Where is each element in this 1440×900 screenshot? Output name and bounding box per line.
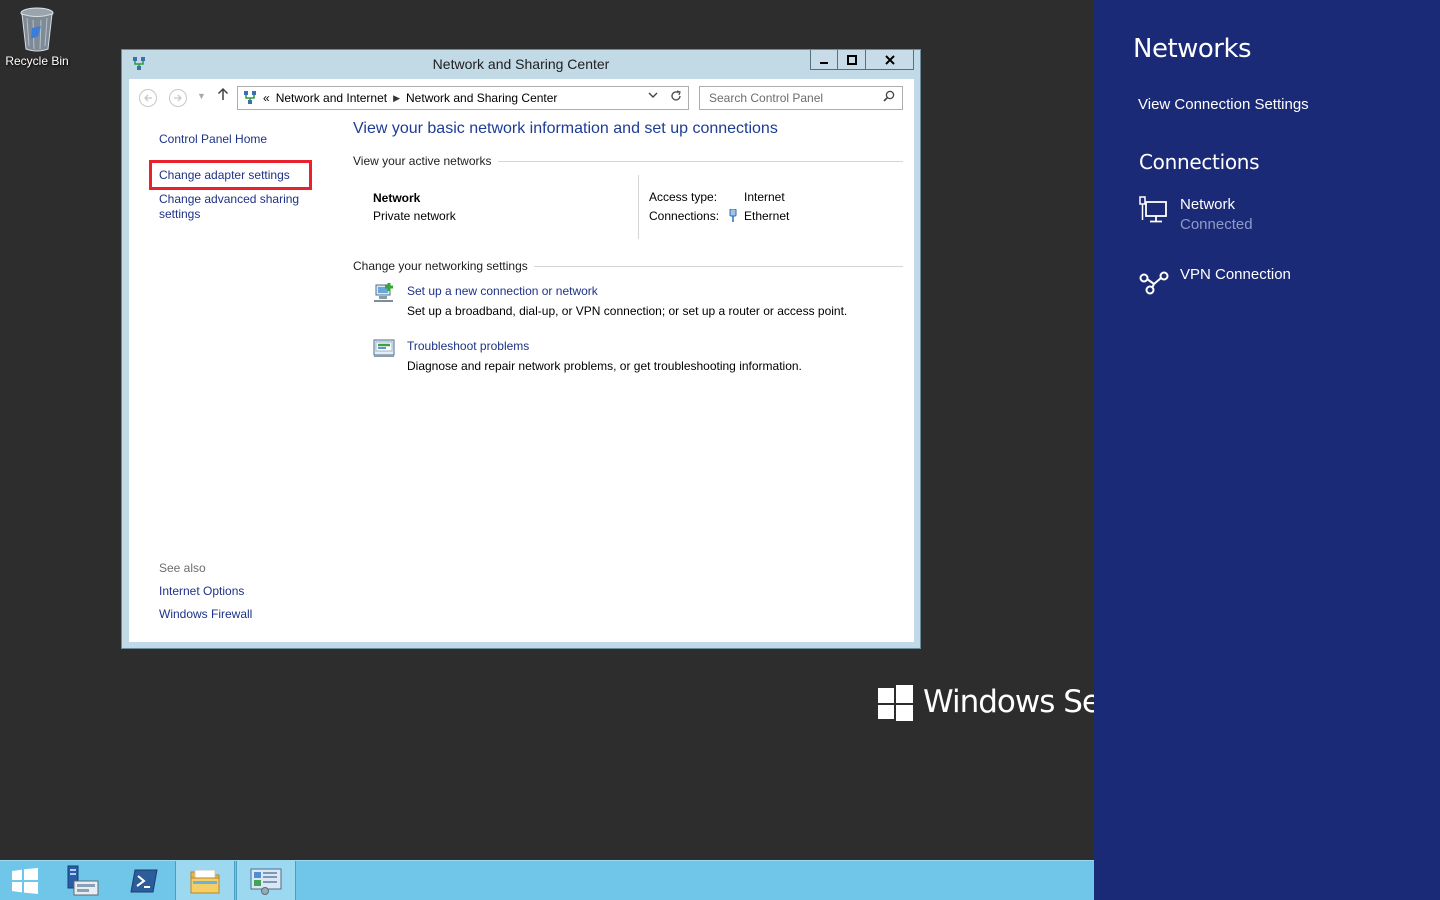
divider	[533, 265, 903, 267]
troubleshoot-icon	[373, 337, 395, 359]
close-button[interactable]	[866, 50, 914, 70]
change-adapter-settings-highlight: Change adapter settings	[149, 160, 312, 190]
network-connection-item[interactable]: Network Connected	[1138, 196, 1418, 240]
breadcrumb-overflow[interactable]: «	[263, 91, 270, 105]
address-dropdown-button[interactable]	[648, 91, 658, 102]
control-panel-icon	[250, 868, 282, 895]
network-sharing-center-window: Network and Sharing Center ▼ « Network a…	[121, 49, 921, 649]
page-title: View your basic network information and …	[353, 120, 778, 137]
up-button[interactable]	[217, 87, 229, 105]
chevron-down-icon	[648, 92, 658, 98]
folder-icon	[190, 869, 220, 894]
refresh-icon	[671, 90, 681, 101]
internet-options-link[interactable]: Internet Options	[159, 584, 244, 598]
control-panel-home-link[interactable]: Control Panel Home	[159, 132, 267, 146]
troubleshoot-problems-description: Diagnose and repair network problems, or…	[407, 359, 802, 373]
start-button[interactable]	[0, 861, 50, 900]
change-adapter-settings-link[interactable]: Change adapter settings	[159, 168, 290, 182]
active-networks-group-heading: View your active networks	[353, 154, 903, 168]
powershell-button[interactable]	[114, 861, 174, 900]
window-content: ▼ « Network and Internet ▶ Network and S…	[129, 79, 914, 642]
ethernet-icon	[729, 208, 737, 222]
vpn-icon	[1138, 266, 1170, 298]
taskbar	[0, 860, 1094, 900]
title-bar[interactable]: Network and Sharing Center	[122, 50, 920, 79]
ethernet-connection-link[interactable]: Ethernet	[744, 209, 789, 223]
search-box[interactable]	[699, 86, 903, 110]
control-panel-button[interactable]	[236, 861, 296, 900]
close-icon	[884, 54, 895, 65]
recycle-bin-icon	[19, 6, 55, 52]
minimize-icon	[820, 61, 828, 64]
window-title: Network and Sharing Center	[432, 56, 610, 72]
refresh-button[interactable]	[670, 90, 682, 105]
maximize-icon	[846, 54, 857, 65]
access-type-label: Access type:	[649, 190, 718, 204]
vpn-connection-item[interactable]: VPN Connection	[1138, 266, 1418, 310]
wired-network-icon	[1138, 196, 1170, 228]
divider	[497, 160, 903, 162]
breadcrumb-network-sharing-center[interactable]: Network and Sharing Center	[406, 91, 557, 105]
new-connection-icon	[373, 282, 395, 304]
maximize-button[interactable]	[838, 50, 866, 70]
network-connection-status: Connected	[1180, 216, 1253, 233]
setup-new-connection-description: Set up a broadband, dial-up, or VPN conn…	[407, 304, 848, 318]
active-networks-label: View your active networks	[353, 154, 492, 168]
see-also-heading: See also	[159, 561, 206, 575]
vertical-divider	[638, 175, 639, 239]
search-input[interactable]	[700, 87, 880, 109]
networks-title: Networks	[1133, 34, 1252, 64]
change-advanced-sharing-link[interactable]: Change advanced sharing settings	[159, 192, 309, 222]
connections-label: Connections:	[649, 209, 720, 223]
recycle-bin-desktop-icon[interactable]: Recycle Bin	[2, 6, 72, 68]
back-button[interactable]	[139, 89, 157, 107]
windows-firewall-link[interactable]: Windows Firewall	[159, 607, 252, 621]
breadcrumb-network-internet[interactable]: Network and Internet	[276, 91, 387, 105]
network-connection-name: Network	[1180, 196, 1236, 213]
navigation-bar: ▼ « Network and Internet ▶ Network and S…	[129, 79, 914, 115]
change-settings-label: Change your networking settings	[353, 259, 528, 273]
networks-charm-panel: Networks View Connection Settings Connec…	[1094, 0, 1440, 900]
recycle-bin-label: Recycle Bin	[5, 54, 69, 68]
forward-arrow-icon	[174, 94, 182, 102]
change-settings-group-heading: Change your networking settings	[353, 259, 903, 273]
windows-server-branding: Windows Server 2012	[878, 683, 1094, 723]
search-icon[interactable]	[883, 90, 895, 105]
server-manager-button[interactable]	[52, 861, 112, 900]
view-connection-settings-link[interactable]: View Connection Settings	[1138, 96, 1309, 113]
minimize-button[interactable]	[810, 50, 838, 70]
troubleshoot-problems-link[interactable]: Troubleshoot problems	[407, 339, 529, 353]
address-bar[interactable]: « Network and Internet ▶ Network and Sha…	[237, 86, 689, 110]
network-name: Network	[373, 191, 421, 205]
vpn-connection-name: VPN Connection	[1180, 266, 1291, 283]
connections-heading: Connections	[1139, 150, 1260, 174]
setup-new-connection-link[interactable]: Set up a new connection or network	[407, 284, 598, 298]
up-arrow-icon	[217, 87, 229, 100]
breadcrumb-separator-icon[interactable]: ▶	[393, 93, 400, 104]
forward-button[interactable]	[169, 89, 187, 107]
network-location-icon	[243, 91, 257, 105]
windows-start-icon	[12, 868, 38, 894]
file-explorer-button[interactable]	[175, 861, 235, 900]
access-type-value: Internet	[744, 190, 785, 204]
powershell-icon	[130, 869, 158, 893]
server-manager-icon	[67, 865, 99, 896]
windows-logo-icon	[878, 685, 913, 721]
brand-text: Windows Server 2012	[923, 684, 1094, 720]
recent-locations-dropdown[interactable]: ▼	[197, 91, 206, 101]
back-arrow-icon	[144, 94, 152, 102]
network-type-link[interactable]: Private network	[373, 209, 456, 223]
